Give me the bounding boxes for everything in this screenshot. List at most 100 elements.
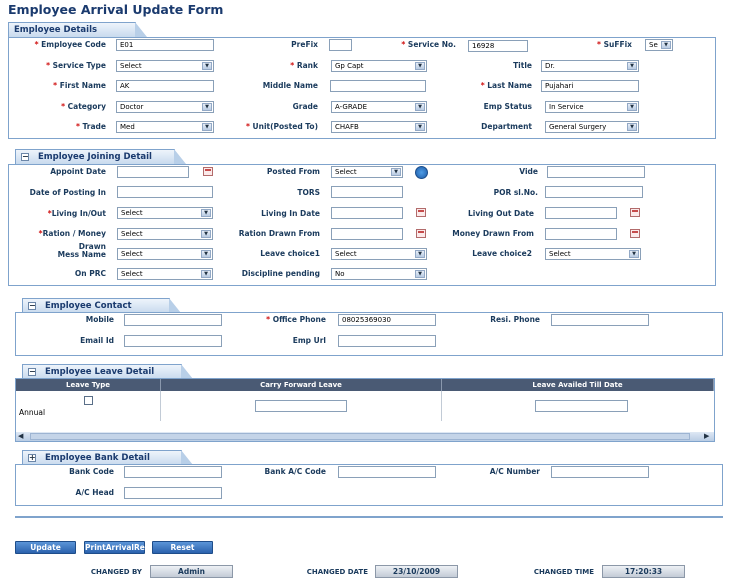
changed-time-value: 17:20:33 <box>602 565 685 578</box>
mess-label-line2: Mess Name <box>57 250 106 259</box>
calendar-icon[interactable] <box>203 167 213 176</box>
expand-icon[interactable]: + <box>28 454 36 462</box>
emp-status-select[interactable]: In Service ▼ <box>545 101 639 113</box>
ration-drawn-label: Ration Drawn From <box>238 229 320 238</box>
suffix-label: * SuFFix <box>597 40 632 49</box>
tors-input[interactable] <box>331 186 403 198</box>
leave-availed-input[interactable] <box>535 400 628 412</box>
last-name-label: * Last Name <box>480 81 532 90</box>
leave-choice2-label: Leave choice2 <box>472 249 532 258</box>
trade-select[interactable]: Med ▼ <box>116 121 214 133</box>
living-in-date-input[interactable] <box>331 207 403 219</box>
chevron-down-icon: ▼ <box>415 250 425 258</box>
bank-ac-code-input[interactable] <box>338 466 436 478</box>
chevron-down-icon: ▼ <box>202 103 212 111</box>
scroll-left-icon[interactable]: ◀ <box>18 432 23 441</box>
vide-label: Vide <box>519 167 538 176</box>
date-posting-input[interactable] <box>117 186 213 198</box>
por-input[interactable] <box>545 186 643 198</box>
chevron-down-icon: ▼ <box>415 270 425 278</box>
trade-label: * Trade <box>75 122 106 131</box>
col-leave-type: Leave Type <box>16 379 161 391</box>
tab-bank-detail[interactable]: + Employee Bank Detail <box>22 450 193 465</box>
calendar-icon[interactable] <box>630 229 640 238</box>
vide-input[interactable] <box>547 166 645 178</box>
collapse-icon[interactable]: − <box>28 302 36 310</box>
scroll-right-icon[interactable]: ▶ <box>704 432 709 441</box>
money-drawn-input[interactable] <box>545 228 617 240</box>
emp-url-input[interactable] <box>338 335 436 347</box>
calendar-icon[interactable] <box>416 208 426 217</box>
department-select[interactable]: General Surgery ▼ <box>545 121 639 133</box>
prefix-input[interactable] <box>329 39 352 51</box>
employee-code-input[interactable]: E01 <box>116 39 214 51</box>
service-type-select[interactable]: Select ▼ <box>116 60 214 72</box>
tab-joining-detail[interactable]: − Employee Joining Detail <box>15 149 186 164</box>
chevron-down-icon: ▼ <box>415 62 425 70</box>
resi-phone-input[interactable] <box>551 314 649 326</box>
category-select[interactable]: Doctor ▼ <box>116 101 214 113</box>
posted-from-select[interactable]: Select ▼ <box>331 166 403 178</box>
changed-by-label: CHANGED BY <box>90 568 142 576</box>
office-phone-input[interactable]: 08025369030 <box>338 314 436 326</box>
service-no-input[interactable]: 16928 <box>468 40 528 52</box>
reset-button[interactable]: Reset <box>152 541 213 554</box>
first-name-label: * First Name <box>53 81 106 90</box>
middle-name-input[interactable] <box>330 80 426 92</box>
office-phone-label: * Office Phone <box>266 315 326 324</box>
collapse-icon[interactable]: − <box>21 153 29 161</box>
on-prc-select[interactable]: Select ▼ <box>117 268 213 280</box>
calendar-icon[interactable] <box>416 229 426 238</box>
tors-label: TORS <box>297 188 320 197</box>
last-name-input[interactable]: Pujahari <box>541 80 639 92</box>
update-button[interactable]: Update <box>15 541 76 554</box>
living-in-date-label: Living In Date <box>261 209 320 218</box>
bank-code-input[interactable] <box>124 466 222 478</box>
search-icon[interactable] <box>415 166 428 179</box>
category-label: * Category <box>61 102 106 111</box>
leave-choice2-select[interactable]: Select ▼ <box>545 248 641 260</box>
discipline-select[interactable]: No ▼ <box>331 268 427 280</box>
service-no-label: * Service No. <box>401 40 456 49</box>
tab-leave-detail[interactable]: − Employee Leave Detail <box>22 364 193 379</box>
ration-select[interactable]: Select ▼ <box>117 228 213 240</box>
chevron-down-icon: ▼ <box>202 62 212 70</box>
appoint-date-input[interactable] <box>117 166 189 178</box>
chevron-down-icon: ▼ <box>201 270 211 278</box>
tab-employee-contact[interactable]: − Employee Contact <box>22 298 181 313</box>
emp-url-label: Emp Url <box>292 336 326 345</box>
collapse-icon[interactable]: − <box>28 368 36 376</box>
leave-choice1-select[interactable]: Select ▼ <box>331 248 427 260</box>
living-select[interactable]: Select ▼ <box>117 207 213 219</box>
middle-name-label: Middle Name <box>262 81 318 90</box>
calendar-icon[interactable] <box>630 208 640 217</box>
title-select[interactable]: Dr. ▼ <box>541 60 639 72</box>
carry-forward-input[interactable] <box>255 400 347 412</box>
employee-code-label: * Employee Code <box>34 40 106 49</box>
grade-label: Grade <box>292 102 318 111</box>
leave-row-checkbox[interactable] <box>84 396 93 405</box>
mobile-input[interactable] <box>124 314 222 326</box>
unit-select[interactable]: CHAFB ▼ <box>331 121 427 133</box>
email-input[interactable] <box>124 335 222 347</box>
print-arrival-button[interactable]: PrintArrivalRe <box>84 541 145 554</box>
discipline-label: Discipline pending <box>241 269 320 278</box>
grade-select[interactable]: A-GRADE ▼ <box>331 101 427 113</box>
scrollbar-thumb[interactable] <box>30 433 690 440</box>
page-title: Employee Arrival Update Form <box>8 2 224 17</box>
ration-drawn-input[interactable] <box>331 228 403 240</box>
ac-number-input[interactable] <box>551 466 649 478</box>
mess-select[interactable]: Select ▼ <box>117 248 213 260</box>
unit-label: * Unit(Posted To) <box>245 122 318 131</box>
living-out-date-input[interactable] <box>545 207 617 219</box>
chevron-down-icon: ▼ <box>391 168 401 176</box>
rank-select[interactable]: Gp Capt ▼ <box>331 60 427 72</box>
chevron-down-icon: ▼ <box>415 123 425 131</box>
ac-head-input[interactable] <box>124 487 222 499</box>
on-prc-label: On PRC <box>74 269 106 278</box>
tab-employee-details[interactable]: Employee Details <box>8 22 147 37</box>
chevron-down-icon: ▼ <box>202 123 212 131</box>
suffix-select[interactable]: Se ▼ <box>645 39 673 51</box>
first-name-input[interactable]: AK <box>116 80 214 92</box>
chevron-down-icon: ▼ <box>201 230 211 238</box>
